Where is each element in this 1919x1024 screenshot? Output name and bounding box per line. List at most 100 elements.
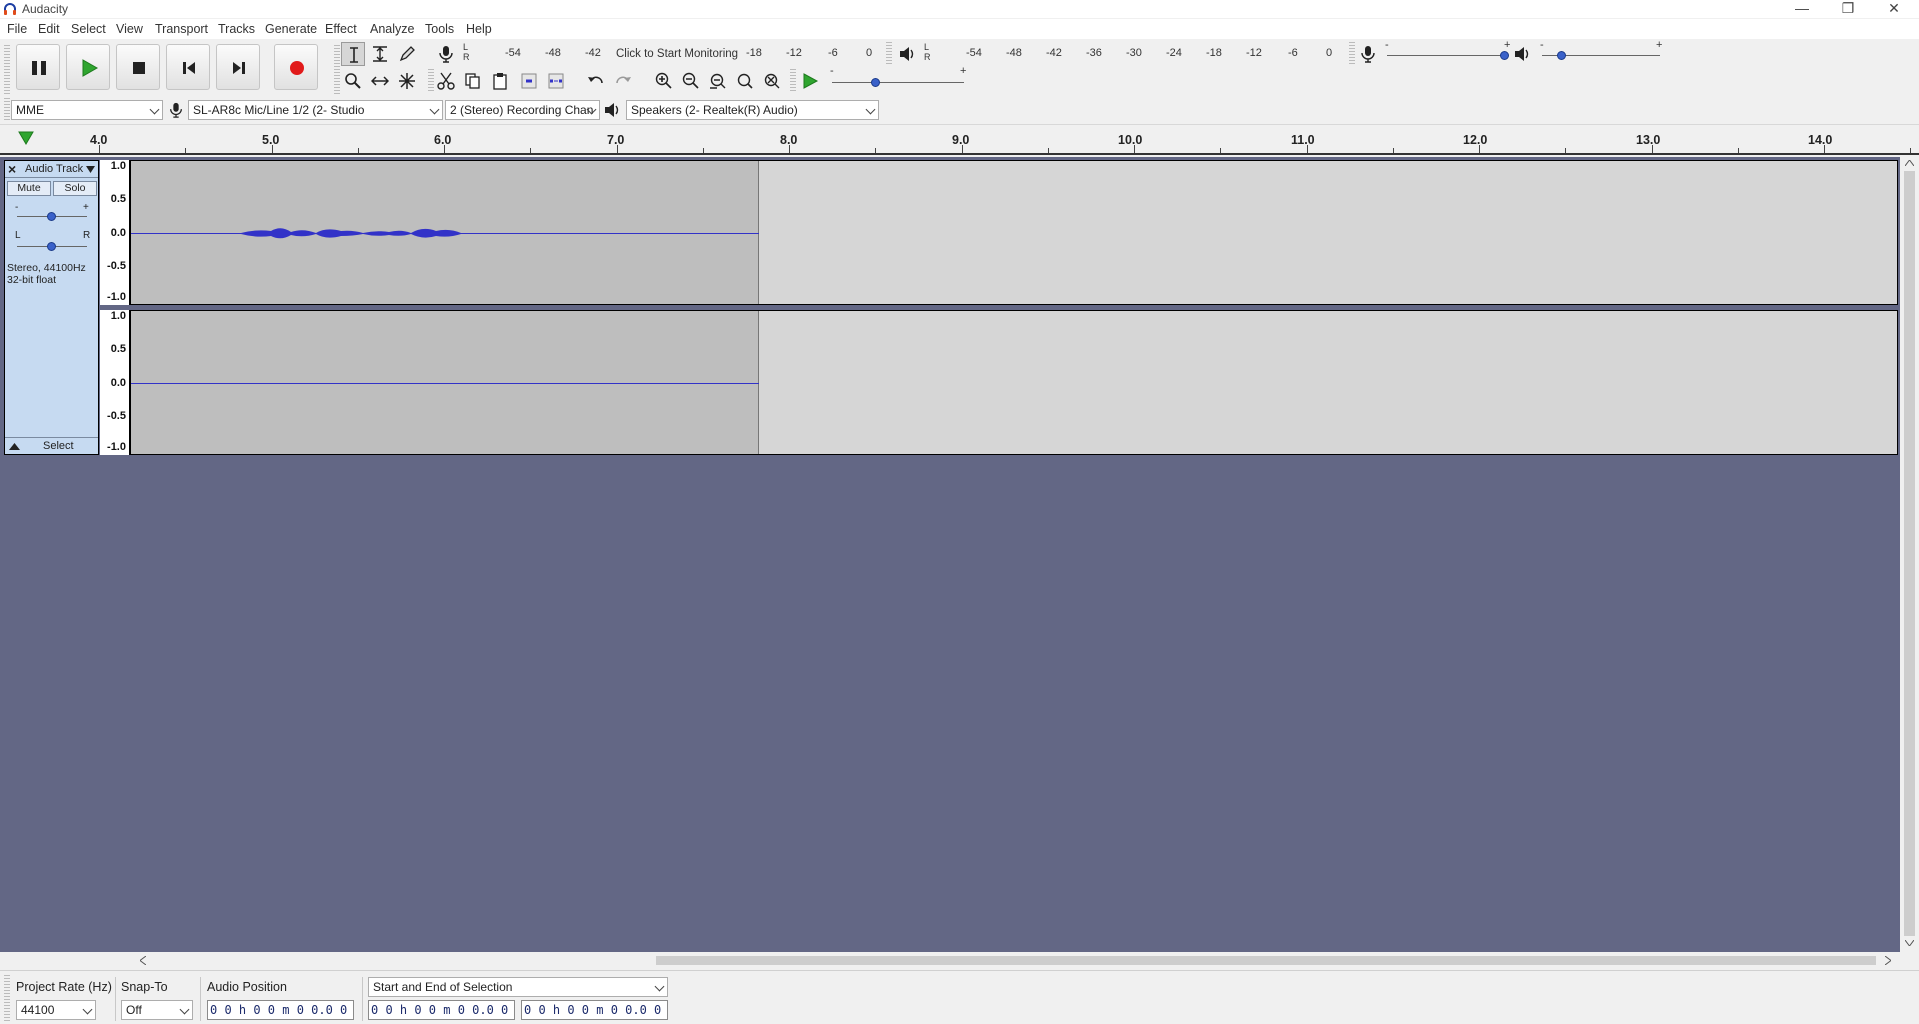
select-track-button[interactable]: Select (43, 440, 74, 452)
undo-button[interactable] (584, 69, 608, 93)
ruler-tick (1048, 148, 1049, 153)
skip-to-end-button[interactable] (216, 44, 260, 90)
record-meter-channels: L R (463, 42, 470, 62)
paste-button[interactable] (488, 69, 512, 93)
draw-tool[interactable] (395, 42, 419, 66)
timeline-ruler[interactable]: 4.0 5.0 6.0 7.0 8.0 9.0 10.0 11.0 12.0 1… (0, 125, 1919, 155)
horizontal-scrollbar[interactable] (130, 952, 1900, 969)
envelope-icon (373, 46, 387, 62)
copy-button[interactable] (461, 69, 485, 93)
vertical-scroll-thumb[interactable] (1904, 171, 1915, 936)
playback-meter-speaker-button[interactable] (895, 42, 919, 66)
envelope-tool[interactable] (368, 42, 392, 66)
pan-slider-thumb[interactable] (47, 242, 56, 251)
cut-button[interactable] (434, 69, 458, 93)
record-button[interactable] (274, 44, 318, 90)
scroll-right-icon[interactable] (1885, 956, 1891, 965)
horizontal-scroll-thumb[interactable] (656, 956, 1876, 965)
copy-icon (465, 73, 480, 89)
channel-1-waveform[interactable] (130, 160, 1898, 305)
play-at-speed-button[interactable] (798, 69, 822, 93)
trim-audio-icon (521, 73, 537, 89)
menu-file[interactable]: File (7, 22, 27, 36)
transport-toolbar-grip[interactable] (4, 44, 10, 94)
multi-tool[interactable] (395, 69, 419, 93)
menu-generate[interactable]: Generate (265, 22, 317, 36)
menu-edit[interactable]: Edit (38, 22, 60, 36)
project-rate-select[interactable]: 44100 (16, 1000, 96, 1020)
track-name-menu[interactable]: Audio Track (25, 163, 83, 175)
collapse-track-icon[interactable] (9, 443, 20, 450)
redo-button[interactable] (611, 69, 635, 93)
skip-to-start-button[interactable] (166, 44, 210, 90)
selection-toolbar-grip[interactable] (4, 975, 10, 1021)
playback-volume-thumb[interactable] (1557, 51, 1566, 60)
play-at-speed-grip[interactable] (790, 69, 796, 91)
zoom-in-button[interactable] (652, 69, 676, 93)
fit-selection-button[interactable] (706, 69, 730, 93)
pause-button[interactable] (16, 44, 60, 90)
solo-button[interactable]: Solo (53, 181, 97, 196)
click-to-start-monitoring[interactable]: Click to Start Monitoring (616, 48, 738, 60)
recording-volume-slider[interactable] (1387, 55, 1507, 56)
playback-device-select[interactable]: Speakers (2- Realtek(R) Audio) (626, 100, 879, 120)
track-area[interactable]: × Audio Track Mute Solo - + L R Stereo, … (0, 157, 1900, 952)
selection-mode-select[interactable]: Start and End of Selection (368, 977, 668, 997)
audio-host-select[interactable]: MME (11, 100, 163, 120)
menu-tracks[interactable]: Tracks (218, 22, 255, 36)
snap-to-select[interactable]: Off (121, 1000, 193, 1020)
scroll-up-icon[interactable] (1905, 160, 1914, 166)
play-speed-thumb[interactable] (871, 78, 880, 87)
record-meter-tick: -18 (746, 47, 762, 59)
record-meter-mic-button[interactable] (434, 42, 458, 66)
menu-view[interactable]: View (116, 22, 143, 36)
gain-minus-label: - (15, 202, 19, 213)
menu-analyze[interactable]: Analyze (370, 22, 414, 36)
play-button[interactable] (66, 44, 110, 90)
track-close-button[interactable]: × (8, 161, 16, 177)
mute-button[interactable]: Mute (7, 181, 51, 196)
tools-toolbar-grip[interactable] (334, 44, 340, 94)
ruler-tick (185, 148, 186, 153)
minimize-button[interactable]: — (1780, 0, 1824, 18)
recording-volume-thumb[interactable] (1500, 51, 1509, 60)
track-footer: Select (5, 437, 98, 454)
channel-1-amplitude-scale[interactable]: 1.0 0.5 0.0 -0.5 -1.0 (100, 160, 130, 305)
device-toolbar-grip[interactable] (4, 98, 10, 120)
zoom-tool[interactable] (341, 69, 365, 93)
speaker-icon (1515, 47, 1529, 61)
window-title: Audacity (22, 2, 69, 16)
time-shift-tool[interactable] (368, 69, 392, 93)
selection-end-field[interactable]: 0 0 h 0 0 m 0 0.0 0 0 s (521, 1000, 668, 1020)
zoom-out-button[interactable] (679, 69, 703, 93)
mixer-toolbar-grip[interactable] (1349, 42, 1355, 64)
gain-slider-thumb[interactable] (47, 212, 56, 221)
play-speed-slider[interactable] (832, 82, 964, 83)
close-window-button[interactable]: ✕ (1872, 0, 1916, 18)
silence-button[interactable] (544, 69, 568, 93)
scroll-down-icon[interactable] (1905, 940, 1914, 946)
menu-effect[interactable]: Effect (325, 22, 357, 36)
menu-select[interactable]: Select (71, 22, 106, 36)
channel-2-amplitude-scale[interactable]: 1.0 0.5 0.0 -0.5 -1.0 (100, 310, 130, 455)
fit-project-button[interactable] (733, 69, 757, 93)
channel-2-waveform[interactable] (130, 310, 1898, 455)
restore-button[interactable]: ❐ (1826, 0, 1870, 18)
scroll-left-icon[interactable] (140, 956, 146, 965)
stop-button[interactable] (116, 44, 160, 90)
selection-tool[interactable] (341, 42, 365, 66)
menu-help[interactable]: Help (466, 22, 492, 36)
zoom-out-icon (682, 72, 699, 89)
audio-position-field[interactable]: 0 0 h 0 0 m 0 0.0 0 0 s (207, 1000, 354, 1020)
scale-label: -0.5 (107, 410, 126, 422)
zoom-toggle-button[interactable] (760, 69, 784, 93)
playback-meter-grip[interactable] (886, 42, 892, 64)
menu-transport[interactable]: Transport (155, 22, 208, 36)
i-beam-icon (350, 47, 358, 63)
trim-button[interactable] (517, 69, 541, 93)
vertical-scrollbar[interactable] (1900, 157, 1919, 952)
selection-start-field[interactable]: 0 0 h 0 0 m 0 0.0 0 0 s (368, 1000, 515, 1020)
menu-tools[interactable]: Tools (425, 22, 454, 36)
recording-channels-select[interactable]: 2 (Stereo) Recording Chan (445, 100, 600, 120)
recording-device-select[interactable]: SL-AR8c Mic/Line 1/2 (2- Studio (188, 100, 443, 120)
